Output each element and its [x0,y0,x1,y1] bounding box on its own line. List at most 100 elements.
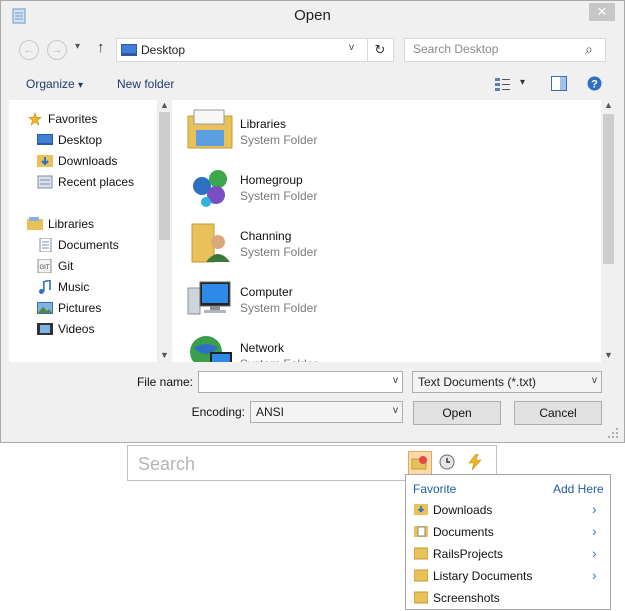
recent-history-button[interactable] [437,452,457,472]
navigation-pane[interactable]: Favorites Desktop Downloads Recent place… [9,100,172,362]
documents-folder-icon [414,526,428,537]
cancel-button[interactable]: Cancel [514,401,602,425]
list-item[interactable]: Network System Folder [172,324,592,362]
chevron-right-icon[interactable]: › [592,501,597,517]
up-button[interactable]: ↑ [97,39,105,56]
downloads-folder-icon [414,504,428,515]
list-item[interactable]: Homegroup System Folder [172,156,592,212]
user-folder-icon [191,223,230,263]
navigation-scrollbar-thumb[interactable] [159,112,170,240]
recent-locations-dropdown[interactable]: ▾ [75,41,80,52]
file-name: Libraries [240,117,287,131]
scroll-down-icon[interactable]: ▼ [160,350,169,360]
downloads-folder-icon [37,155,53,167]
chevron-right-icon[interactable]: › [592,567,597,583]
chevron-right-icon[interactable]: › [592,523,597,539]
sidebar-item-label: Documents [58,238,119,252]
view-options-dropdown[interactable]: ▾ [520,77,525,88]
encoding-select[interactable]: ANSI v [250,401,403,423]
sidebar-item-label: Recent places [58,175,135,189]
homegroup-icon [193,170,227,207]
organize-label: Organize [26,77,75,91]
menu-item-screenshots[interactable]: Screenshots [406,588,610,608]
recent-places-icon [37,175,53,189]
listary-search-input[interactable] [136,451,390,477]
scroll-down-icon[interactable]: ▼ [604,350,613,360]
sidebar-item-label: Favorites [48,112,98,126]
file-name: Network [240,341,285,355]
git-icon: GIT [37,259,52,273]
chevron-down-icon[interactable]: v [393,375,398,386]
sidebar-item-label: Git [58,259,74,273]
forward-button[interactable]: → [47,40,67,60]
address-text: Desktop [141,43,186,57]
menu-item-label: Listary Documents [433,569,533,583]
list-item[interactable]: Libraries System Folder [172,100,592,156]
file-name-field[interactable]: v [198,371,403,393]
file-type: System Folder [240,357,317,362]
file-name: Channing [240,229,292,243]
chevron-down-icon[interactable]: v [592,375,597,386]
libraries-folder-icon [187,109,233,149]
organize-button[interactable]: Organize ▾ [26,77,83,91]
menu-item-label: Downloads [433,503,493,517]
file-list-scrollbar-thumb[interactable] [603,114,614,264]
search-icon[interactable]: ⌕ [585,41,593,58]
list-item[interactable]: Channing System Folder [172,212,592,268]
resize-grip-icon[interactable] [607,427,619,439]
address-dropdown[interactable]: v [349,42,354,53]
preview-pane-icon[interactable] [551,76,567,91]
documents-icon [39,238,52,252]
listary-favorites-menu: Favorite Add Here Downloads › Documents … [405,474,611,610]
file-type: System Folder [240,189,318,203]
file-type: System Folder [240,301,318,315]
svg-text:GIT: GIT [40,265,50,271]
sidebar-item-label: Music [58,280,90,294]
computer-icon [187,281,231,315]
scroll-up-icon[interactable]: ▲ [604,100,613,110]
folder-icon [414,569,428,582]
favorite-folder-icon [411,456,427,470]
file-type-select[interactable]: Text Documents (*.txt) v [412,371,602,393]
chevron-down-icon[interactable]: v [393,405,398,416]
chevron-right-icon[interactable]: › [592,545,597,561]
window-title: Open [294,7,331,24]
file-name: Computer [240,285,293,299]
search-desktop-input[interactable] [405,39,591,59]
list-item[interactable]: Computer System Folder [172,268,592,324]
menu-item-documents[interactable]: Documents › [406,522,610,542]
menu-item-downloads[interactable]: Downloads › [406,500,610,520]
address-bar[interactable]: Desktop v ↻ [116,38,394,62]
file-name: Homegroup [240,173,303,187]
add-here-link[interactable]: Add Here [553,482,604,496]
favorite-header: Favorite [413,482,457,496]
help-icon[interactable]: ? [587,76,602,91]
menu-item-label: Screenshots [433,591,500,605]
back-button[interactable]: ← [19,40,39,60]
music-icon [39,280,51,294]
title-bar: Open ✕ [1,1,624,31]
chevron-down-icon: ▾ [78,80,84,91]
clock-icon [439,454,455,470]
sidebar-item-label: Downloads [58,154,118,168]
menu-item-railsprojects[interactable]: RailsProjects › [406,544,610,564]
commands-button[interactable] [465,452,485,472]
menu-item-listary-documents[interactable]: Listary Documents › [406,566,610,586]
file-type: System Folder [240,133,318,147]
file-list-pane[interactable]: Libraries System Folder Homegroup System… [172,100,616,362]
refresh-button[interactable]: ↻ [367,39,392,61]
sidebar-item-label: Libraries [48,217,95,231]
new-folder-button[interactable]: New folder [117,77,174,91]
favorites-button[interactable] [408,451,432,475]
file-type-value: Text Documents (*.txt) [418,375,537,389]
scroll-up-icon[interactable]: ▲ [160,100,169,110]
open-button[interactable]: Open [413,401,501,425]
close-button[interactable]: ✕ [589,3,615,21]
change-view-icon[interactable] [495,77,513,91]
folder-icon [414,547,428,560]
videos-icon [37,323,53,335]
folder-icon [414,591,428,604]
search-desktop-box[interactable]: ⌕ [404,38,606,62]
libraries-icon [27,217,43,230]
sidebar-item-label: Pictures [58,301,102,315]
